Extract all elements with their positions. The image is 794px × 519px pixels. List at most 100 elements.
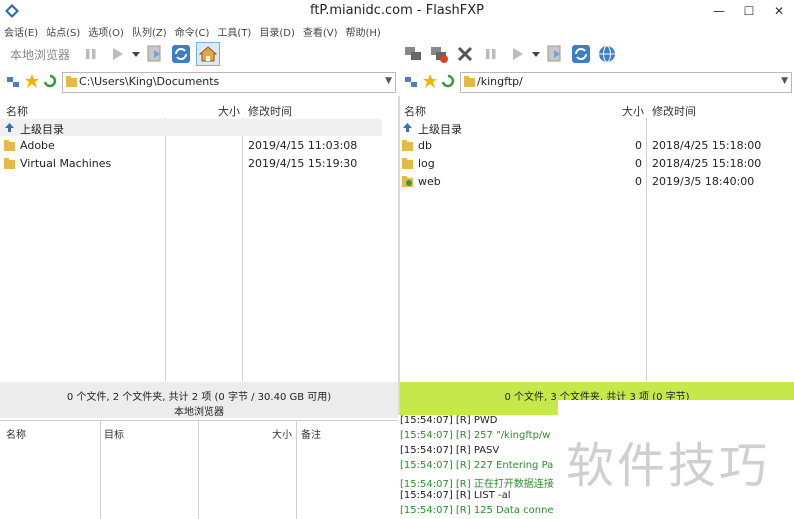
folder-web-icon — [402, 176, 413, 187]
queue-column-size[interactable]: 大小 — [272, 426, 292, 441]
folder-icon — [66, 76, 77, 87]
menu-bar: 会话(E) 站点(S) 选项(O) 队列(Z) 命令(C) 工具(T) 目录(D… — [0, 22, 794, 40]
history-arrow-icon[interactable] — [441, 74, 455, 88]
file-name: Virtual Machines — [20, 157, 112, 170]
remote-column-header: 名称 大小 修改时间 — [400, 100, 794, 118]
right-path-text: /kingftp/ — [477, 75, 523, 88]
menu-session[interactable]: 会话(E) — [0, 24, 42, 39]
chevron-down-icon[interactable]: ▼ — [385, 76, 392, 86]
folder-icon — [4, 158, 15, 169]
transfer-icon[interactable] — [544, 43, 566, 65]
column-size[interactable]: 大小 — [622, 103, 644, 119]
log-line: [15:54:07] [R] 257 "/kingftp/w — [400, 430, 551, 441]
menu-commands[interactable]: 命令(C) — [171, 24, 214, 39]
network-icon[interactable] — [6, 75, 20, 89]
file-modified: 2019/4/15 11:03:08 — [248, 139, 358, 152]
folder-icon — [402, 140, 413, 151]
chevron-down-icon[interactable]: ▼ — [781, 76, 788, 86]
column-size[interactable]: 大小 — [218, 103, 240, 119]
list-item[interactable]: log 0 2018/4/25 15:18:00 — [400, 155, 794, 172]
menu-sites[interactable]: 站点(S) — [42, 24, 84, 39]
pause-icon[interactable] — [80, 43, 102, 65]
file-name: 上级目录 — [418, 123, 462, 136]
left-path-bar: C:\Users\King\Documents ▼ — [0, 70, 398, 94]
session-log: [15:54:07] [R] PWD [15:54:07] [R] 257 "/… — [398, 415, 558, 518]
maximize-button[interactable]: ☐ — [734, 0, 764, 22]
close-button[interactable]: ✕ — [764, 0, 794, 22]
favorites-star-icon[interactable] — [25, 74, 39, 88]
log-line: [15:54:07] [R] 正在打开数据连接 — [400, 479, 554, 490]
file-modified: 2018/4/25 15:18:00 — [652, 139, 762, 152]
list-item[interactable]: web 0 2019/3/5 18:40:00 — [400, 173, 794, 190]
title-bar: ftP.mianidc.com - FlashFXP — ☐ ✕ — [0, 0, 794, 22]
history-arrow-icon[interactable] — [43, 74, 57, 88]
list-item-parent[interactable]: 上级目录 — [400, 119, 794, 136]
log-line: [15:54:07] [R] PWD — [400, 415, 498, 426]
connect-icon[interactable] — [402, 43, 424, 65]
list-item[interactable]: Virtual Machines 2019/4/15 15:19:30 — [0, 155, 398, 172]
queue-column-target[interactable]: 目标 — [104, 426, 124, 441]
file-size: 0 — [635, 175, 642, 188]
right-path-bar: /kingftp/ ▼ — [400, 70, 794, 94]
column-modified[interactable]: 修改时间 — [248, 103, 292, 119]
transfer-icon[interactable] — [144, 43, 166, 65]
local-status-bar: 0 个文件, 2 个文件夹, 共计 2 项 (0 字节 / 30.40 GB 可… — [0, 382, 398, 418]
local-browser-label[interactable]: 本地浏览器 — [10, 46, 70, 63]
watermark-overlay: 软件技巧 — [558, 400, 794, 518]
local-status-text: 0 个文件, 2 个文件夹, 共计 2 项 (0 字节 / 30.40 GB 可… — [66, 392, 332, 403]
folder-icon — [402, 158, 413, 169]
network-icon[interactable] — [404, 75, 418, 89]
left-toolbar: 本地浏览器 — [0, 40, 398, 68]
menu-view[interactable]: 查看(V) — [299, 24, 342, 39]
disconnect-icon[interactable] — [428, 43, 450, 65]
queue-column-note[interactable]: 备注 — [301, 426, 321, 441]
column-name[interactable]: 名称 — [6, 103, 28, 119]
right-path-input[interactable]: /kingftp/ ▼ — [460, 72, 792, 93]
local-file-panel: 名称 大小 修改时间 上级目录 Adobe 2019/4/15 11:03:08… — [0, 100, 398, 381]
pause-icon[interactable] — [480, 43, 502, 65]
up-arrow-icon — [5, 123, 14, 132]
list-item[interactable]: db 0 2018/4/25 15:18:00 — [400, 137, 794, 154]
left-path-input[interactable]: C:\Users\King\Documents ▼ — [62, 72, 396, 93]
refresh-icon[interactable] — [170, 43, 192, 65]
log-line: [15:54:07] [R] LIST -al — [400, 490, 511, 501]
file-modified: 2019/4/15 15:19:30 — [248, 157, 358, 170]
file-size: 0 — [635, 157, 642, 170]
log-line: [15:54:07] [R] PASV — [400, 445, 500, 456]
refresh-icon[interactable] — [570, 43, 592, 65]
folder-icon — [4, 140, 15, 151]
column-name[interactable]: 名称 — [404, 103, 426, 119]
favorites-star-icon[interactable] — [423, 74, 437, 88]
right-toolbar — [400, 40, 794, 68]
play-icon[interactable] — [106, 43, 128, 65]
remote-file-panel: 名称 大小 修改时间 上级目录 db 0 2018/4/25 15:18:00 … — [400, 100, 794, 381]
home-icon[interactable] — [196, 42, 221, 66]
list-item[interactable]: Adobe 2019/4/15 11:03:08 — [0, 137, 398, 154]
watermark-text: 软件技巧 — [566, 438, 771, 494]
file-modified: 2018/4/25 15:18:00 — [652, 157, 762, 170]
left-path-text: C:\Users\King\Documents — [79, 75, 220, 88]
list-item-parent[interactable]: 上级目录 — [0, 119, 382, 136]
play-dropdown-icon[interactable] — [532, 43, 540, 65]
abort-x-icon[interactable] — [454, 43, 476, 65]
file-name: 上级目录 — [20, 123, 64, 136]
file-size: 0 — [635, 139, 642, 152]
local-column-header: 名称 大小 修改时间 — [0, 100, 398, 118]
local-status-label: 本地浏览器 — [174, 407, 224, 418]
menu-directory[interactable]: 目录(D) — [255, 24, 299, 39]
minimize-button[interactable]: — — [704, 0, 734, 22]
menu-options[interactable]: 选项(O) — [84, 24, 128, 39]
menu-tools[interactable]: 工具(T) — [213, 24, 255, 39]
play-dropdown-icon[interactable] — [132, 43, 141, 65]
file-modified: 2019/3/5 18:40:00 — [652, 175, 755, 188]
menu-help[interactable]: 帮助(H) — [342, 24, 385, 39]
file-name: log — [418, 157, 435, 170]
folder-icon — [464, 76, 475, 87]
globe-icon[interactable] — [596, 43, 618, 65]
log-line: [15:54:07] [R] 227 Entering Pa — [400, 460, 554, 471]
column-modified[interactable]: 修改时间 — [652, 103, 696, 119]
transfer-queue: 名称 目标 大小 备注 — [0, 420, 398, 519]
menu-queue[interactable]: 队列(Z) — [128, 24, 171, 39]
play-icon[interactable] — [506, 43, 528, 65]
queue-column-name[interactable]: 名称 — [6, 426, 26, 441]
